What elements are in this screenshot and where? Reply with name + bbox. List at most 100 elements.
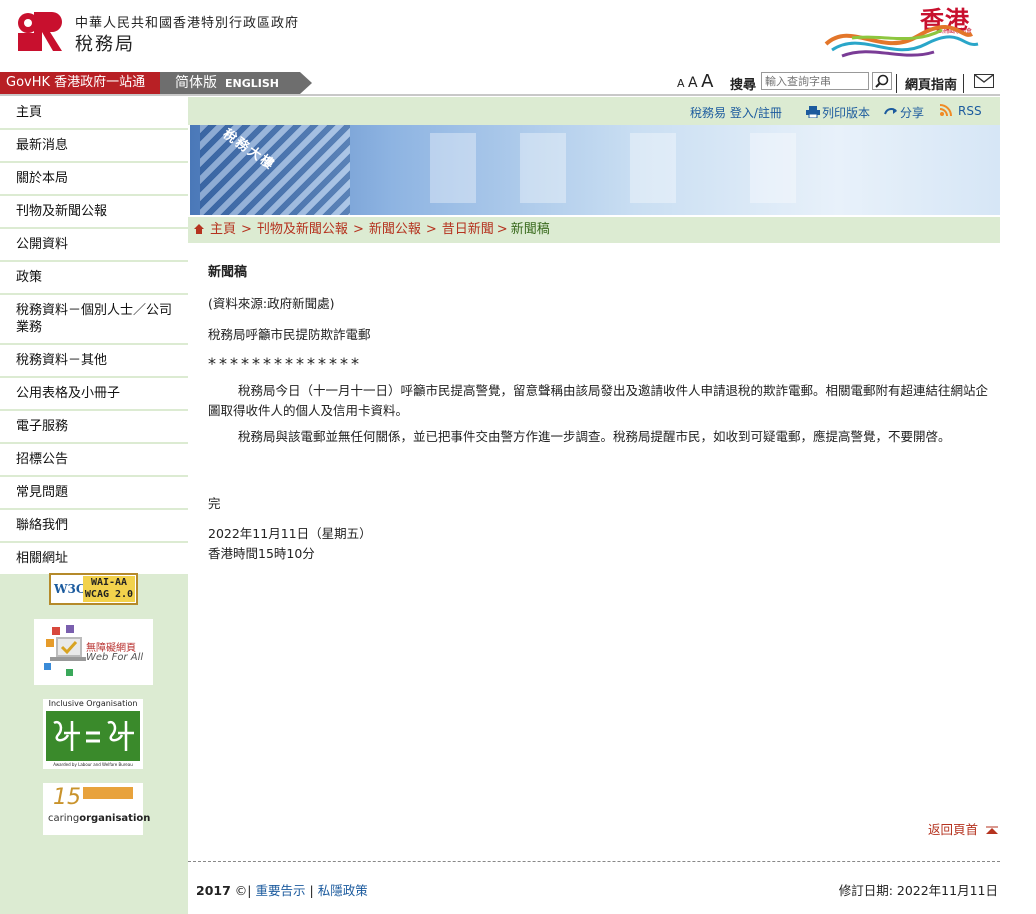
search-label: 搜尋 <box>730 78 757 93</box>
back-to-top-label: 返回頁首 <box>928 822 979 837</box>
article-heading: 新聞稿 <box>208 265 248 280</box>
caring-org-ribbon <box>83 787 133 799</box>
web-for-all-badge[interactable]: 無障礙網頁 Web For All <box>34 619 153 685</box>
sidebar-item-tax-info-other[interactable]: 稅務資料－其他 <box>0 345 188 378</box>
govhk-link[interactable]: GovHK 香港政府一站通 <box>0 72 172 94</box>
footer-year: 2017 <box>196 883 231 898</box>
footer-left: 2017 ©| 重要告示 | 私隱政策 <box>196 883 368 898</box>
etax-login-link[interactable]: 稅務易 登入/註冊 <box>690 104 782 121</box>
article-date: 2022年11月11日（星期五） <box>208 526 372 541</box>
wai-aa-label: WAI-AA WCAG 2.0 <box>83 576 135 602</box>
sidebar-item-forms[interactable]: 公用表格及小冊子 <box>0 378 188 411</box>
back-to-top-link[interactable]: 返回頁首 <box>928 819 998 838</box>
sidebar-item-contact-us[interactable]: 聯絡我們 <box>0 510 188 543</box>
web-for-all-en: Web For All <box>86 652 144 663</box>
font-small-button[interactable]: A <box>677 77 685 90</box>
caring-org-name: caringorganisation <box>48 813 150 824</box>
sidebar-item-public-info[interactable]: 公開資料 <box>0 229 188 262</box>
ird-logo[interactable] <box>14 8 66 52</box>
print-label: 列印版本 <box>822 106 871 120</box>
article-paragraph-2: 稅務局與該電郵並無任何關係，並已把事件交由警方作進一步調查。稅務局提醒市民，如收… <box>238 429 951 444</box>
inclusive-organisation-logo <box>46 711 140 761</box>
rss-link[interactable]: RSS <box>939 104 982 118</box>
footer-divider <box>188 861 1000 862</box>
inclusive-organisation-title: Inclusive Organisation <box>48 699 138 708</box>
english-link[interactable]: ENGLISH <box>225 77 279 90</box>
banner-window <box>750 133 796 203</box>
sidebar-item-policy[interactable]: 政策 <box>0 262 188 295</box>
print-link[interactable]: 列印版本 <box>806 104 870 121</box>
web-for-all-icon <box>44 625 86 676</box>
font-size-controls: A A A <box>677 72 713 94</box>
main-content: 稅務易 登入/註冊 列印版本 分享 RSS 稅務大樓 主頁 > 刊物及新聞公報 > 新聞… <box>188 97 1000 914</box>
mail-icon[interactable] <box>974 74 994 88</box>
breadcrumb-press-releases[interactable]: 新聞公報 <box>369 222 421 237</box>
font-large-button[interactable]: A <box>701 71 713 92</box>
sidebar-item-tax-info-individuals[interactable]: 稅務資料－個別人士／公司業務 <box>0 295 188 345</box>
wai-aa-line2: WCAG 2.0 <box>84 589 134 600</box>
breadcrumb-home[interactable]: 主頁 <box>210 222 236 237</box>
site-header: 中華人民共和國香港特別行政區政府 稅務局 香港 亞洲國際都會 <box>0 0 1000 72</box>
article-source: (資料來源:政府新聞處) <box>208 296 335 311</box>
rss-label: RSS <box>958 104 982 118</box>
font-medium-button[interactable]: A <box>688 75 698 91</box>
inclusive-organisation-badge[interactable]: Inclusive Organisation Awarded by Labour… <box>43 699 143 769</box>
breadcrumb-current: 新聞稿 <box>510 222 550 237</box>
breadcrumb-separator: > <box>496 222 508 237</box>
caring-organisation-badge[interactable]: 15 caringorganisation <box>43 783 150 835</box>
caring-org-years: 15 <box>53 785 81 810</box>
printer-icon <box>806 106 820 119</box>
share-link[interactable]: 分享 <box>884 104 924 121</box>
sidebar-item-publications[interactable]: 刊物及新聞公報 <box>0 196 188 229</box>
rss-icon <box>939 104 952 117</box>
sidebar-item-e-services[interactable]: 電子服務 <box>0 411 188 444</box>
breadcrumb-separator: > <box>425 222 437 237</box>
banner-window <box>630 133 676 203</box>
share-icon <box>884 108 897 115</box>
footer-copyright[interactable]: © <box>235 883 248 898</box>
utility-bar: 稅務易 登入/註冊 列印版本 分享 RSS <box>188 97 1000 125</box>
search-button[interactable] <box>872 72 892 90</box>
w3c-logo: W3C <box>54 582 86 596</box>
share-label: 分享 <box>900 106 925 120</box>
article-title: 稅務局呼籲市民提防欺詐電郵 <box>208 327 371 342</box>
article-paragraph-1: 稅務局今日（十一月十一日）呼籲市民提高警覺，留意聲稱由該局發出及邀請收件人申請退… <box>208 383 989 418</box>
banner-window <box>430 133 476 203</box>
sidebar-item-faq[interactable]: 常見問題 <box>0 477 188 510</box>
wcag-badge[interactable]: W3C WAI-AA WCAG 2.0 <box>49 573 138 605</box>
breadcrumb-archive[interactable]: 昔日新聞 <box>442 222 494 237</box>
wai-aa-line1: WAI-AA <box>90 577 128 588</box>
sidebar-item-home[interactable]: 主頁 <box>0 97 188 130</box>
sidebar-item-links[interactable]: 相關網址 <box>0 543 188 576</box>
home-icon[interactable] <box>194 224 204 234</box>
gov-title: 中華人民共和國香港特別行政區政府 <box>75 16 300 31</box>
caring-org-word-organisation: organisation <box>79 813 151 824</box>
footer-important-notice[interactable]: 重要告示 <box>255 883 305 898</box>
breadcrumb-separator: > <box>241 222 252 237</box>
top-bar: GovHK 香港政府一站通 简体版 ENGLISH A A A 搜尋 網頁指南 <box>0 72 1000 96</box>
search-icon <box>875 74 889 88</box>
brand-hong-kong-logo[interactable]: 香港 亞洲國際都會 <box>822 0 990 66</box>
simplified-chinese-link[interactable]: 简体版 <box>175 75 217 91</box>
site-guide-link[interactable]: 網頁指南 <box>896 74 965 93</box>
sidebar-item-tenders[interactable]: 招標公告 <box>0 444 188 477</box>
caring-org-word-caring: caring <box>48 813 80 824</box>
article-end-mark: 完 <box>208 496 221 511</box>
page-banner: 稅務大樓 <box>190 125 1000 215</box>
dept-title: 稅務局 <box>75 34 135 55</box>
sidebar-item-about-us[interactable]: 關於本局 <box>0 163 188 196</box>
footer-privacy-policy[interactable]: 私隱政策 <box>318 883 368 898</box>
breadcrumb-publications[interactable]: 刊物及新聞公報 <box>257 222 348 237</box>
sidebar-nav: 主頁 最新消息 關於本局 刊物及新聞公報 公開資料 政策 稅務資料－個別人士／公… <box>0 97 188 914</box>
footer-revision-date: 修訂日期: 2022年11月11日 <box>838 883 998 898</box>
banner-window <box>520 133 566 203</box>
inclusive-organisation-caption: Awarded by Labour and Welfare Bureau <box>53 762 133 767</box>
article: 新聞稿 (資料來源:政府新聞處) 稅務局呼籲市民提防欺詐電郵 *********… <box>208 263 998 564</box>
search-input[interactable] <box>761 72 869 90</box>
breadcrumb-separator: > <box>352 222 364 237</box>
sidebar-item-whats-new[interactable]: 最新消息 <box>0 130 188 163</box>
article-separator: ************** <box>208 354 362 373</box>
back-to-top-icon <box>986 826 998 834</box>
top-divider <box>0 94 1000 96</box>
article-time: 香港時間15時10分 <box>208 546 315 561</box>
